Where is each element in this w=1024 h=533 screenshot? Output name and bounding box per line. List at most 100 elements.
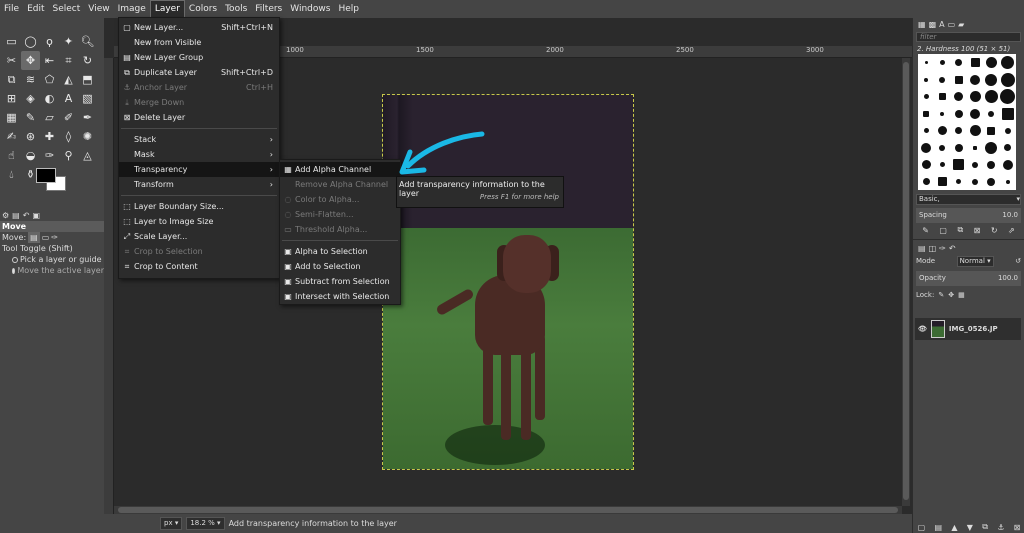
menu-image[interactable]: Image [114,0,150,18]
blur-icon[interactable]: ✺ [78,127,97,146]
smudge-icon[interactable]: ☝ [2,146,21,165]
layer-name[interactable]: IMG_0526.JP [949,325,998,333]
menu-item-duplicate-layer[interactable]: ⧉ Duplicate Layer Shift+Ctrl+D [119,65,279,80]
brush-thumb[interactable] [988,110,995,117]
unit-select[interactable]: px ▾ [160,517,183,530]
eraser-icon[interactable]: ▱ [40,108,59,127]
opacity-slider[interactable]: Opacity 100.0 [916,271,1021,286]
option-move-active[interactable]: Move the active layer [0,265,104,276]
menu-item-crop-to-content[interactable]: ⌗ Crop to Content [119,259,279,274]
brush-thumb[interactable] [1004,144,1012,151]
brush-thumb[interactable] [940,111,945,116]
brush-thumb[interactable] [921,160,931,169]
menu-layer[interactable]: Layer [149,0,185,18]
brush-thumb[interactable] [937,177,947,186]
brush-thumb[interactable] [987,126,996,135]
gradient-icon[interactable]: ▧ [78,89,97,108]
seamless-clone-icon[interactable]: ◐ [40,89,59,108]
duplicate-layer-icon[interactable]: ⧉ [982,522,988,532]
open-brush-icon[interactable]: ⇗ [1008,226,1015,235]
device-status-tab-icon[interactable]: ▤ [12,211,20,221]
option-pick-layer[interactable]: Pick a layer or guide [0,254,104,265]
text-tool-icon[interactable]: A [59,89,78,108]
move-layer-icon[interactable]: ▤ [28,232,40,243]
dodge-icon[interactable]: ◒ [21,146,40,165]
new-layer-icon[interactable]: ▢ [918,523,926,532]
tool-options-tab-icon[interactable]: ⚙ [2,211,9,221]
brush-grid[interactable] [918,54,1016,190]
free-select-icon[interactable]: ϙ [40,32,59,51]
lower-layer-icon[interactable]: ▼ [967,523,973,532]
edit-brush-icon[interactable]: ✎ [922,226,929,235]
radio-move-active[interactable] [12,267,16,274]
menu-item-transform[interactable]: Transform › [119,177,279,192]
brush-thumb[interactable] [953,159,965,170]
brush-thumb[interactable] [924,77,929,82]
brushes-tab-icon[interactable]: ▦ [918,20,926,29]
menu-item-add-alpha-channel[interactable]: ▦ Add Alpha Channel [280,162,400,177]
color-picker-icon[interactable]: ⚲ [59,146,78,165]
brush-thumb[interactable] [970,74,981,85]
brush-thumb[interactable] [938,93,946,100]
menu-select[interactable]: Select [49,0,85,18]
channels-tab-icon[interactable]: ◫ [929,244,937,253]
images-tab-icon[interactable]: ▣ [32,211,40,221]
brush-thumb[interactable] [939,162,945,167]
brush-thumb[interactable] [987,177,996,186]
brush-thumb[interactable] [985,57,997,68]
brush-preset-select[interactable]: Basic, ▾ [916,194,1021,205]
lock-position-icon[interactable]: ✥ [948,291,954,299]
bucket-fill-icon[interactable]: ◈ [21,89,40,108]
warp-icon[interactable]: ≋ [21,70,40,89]
rotate-icon[interactable]: ↻ [78,51,97,70]
menu-item-stack[interactable]: Stack › [119,132,279,147]
menu-windows[interactable]: Windows [286,0,334,18]
eye-icon[interactable]: 👁︎ [918,325,927,333]
menu-colors[interactable]: Colors [185,0,221,18]
brush-thumb[interactable] [939,60,945,65]
zoom-select[interactable]: 18.2 % ▾ [186,517,225,530]
mypaint-icon[interactable]: ✍ [2,127,21,146]
paintbrush-icon[interactable]: ✎ [21,108,40,127]
vertical-scrollbar[interactable] [902,58,910,506]
menu-item-mask[interactable]: Mask › [119,147,279,162]
brush-thumb[interactable] [955,127,963,134]
brush-thumb[interactable] [923,110,930,117]
radio-pick-layer[interactable] [12,256,18,263]
brush-thumb[interactable] [970,108,981,119]
left-ruler[interactable] [104,58,114,518]
lock-alpha-icon[interactable]: ▦ [958,291,965,299]
ellipse-select-icon[interactable]: ◯ [21,32,40,51]
perspective-clone-icon[interactable]: ◊ [59,127,78,146]
brush-thumb[interactable] [939,144,946,151]
new-brush-icon[interactable]: ▢ [939,226,947,235]
brush-thumb[interactable] [954,92,964,101]
foreground-color[interactable] [36,168,56,183]
brush-thumb[interactable] [937,126,947,135]
color-swatches[interactable] [34,168,68,192]
layer-row[interactable]: 👁︎ IMG_0526.JP [915,318,1021,340]
document-tab-icon[interactable]: ▭ [948,20,956,29]
brush-thumb[interactable] [973,145,978,150]
brush-thumb[interactable] [921,142,932,153]
duplicate-brush-icon[interactable]: ⧉ [957,225,963,235]
brush-thumb[interactable] [922,178,930,185]
layers-tab-icon[interactable]: ▤ [918,244,926,253]
menu-item-intersect-with-selection[interactable]: ▣ Intersect with Selection [280,289,400,304]
brush-thumb[interactable] [970,58,980,67]
rect-select-icon[interactable]: ▭ [2,32,21,51]
crop-tool-icon[interactable]: ⌗ [59,51,78,70]
drop-icon[interactable]: 💧︎ [2,165,21,184]
patterns-tab-icon[interactable]: ▩ [929,20,937,29]
ink-icon[interactable]: ✒ [78,108,97,127]
menu-item-subtract-from-selection[interactable]: ▣ Subtract from Selection [280,274,400,289]
menu-view[interactable]: View [84,0,113,18]
brush-thumb[interactable] [972,178,979,185]
clone-icon[interactable]: ⊛ [21,127,40,146]
raise-layer-icon[interactable]: ▲ [951,523,957,532]
delete-layer-icon[interactable]: ⊠ [1014,523,1021,532]
horizontal-scrollbar[interactable] [114,506,902,514]
brush-thumb[interactable] [1000,72,1015,87]
new-group-icon[interactable]: ▤ [934,523,942,532]
brush-thumb[interactable] [924,61,928,64]
